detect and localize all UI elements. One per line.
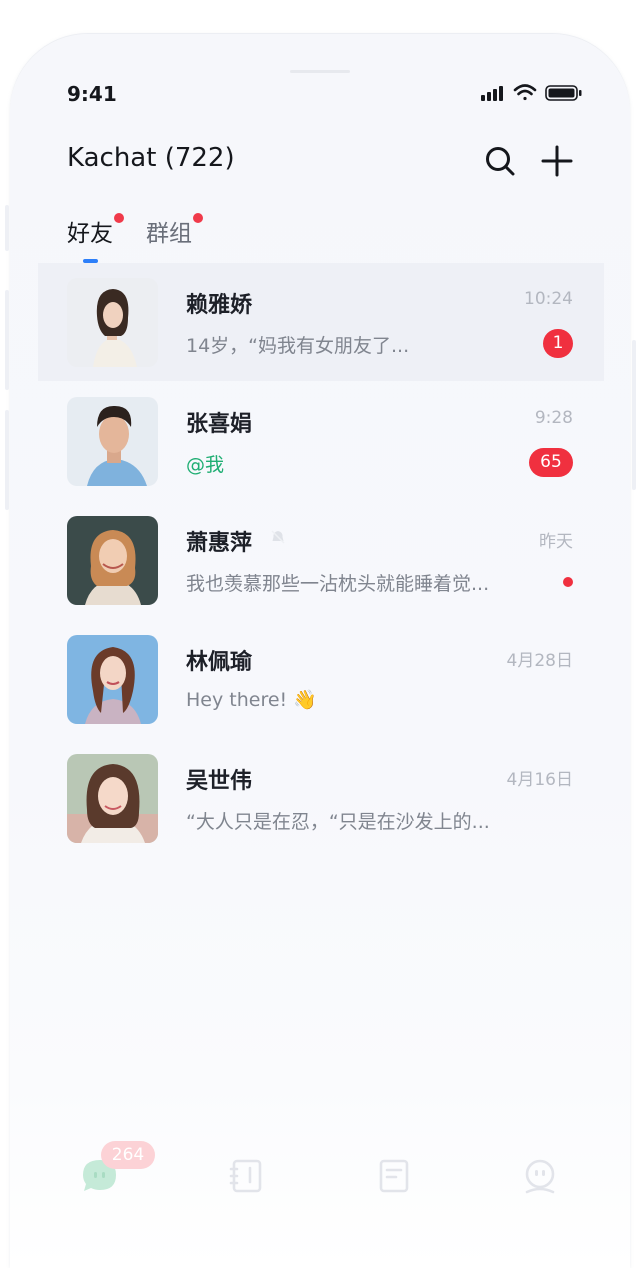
volume-down-button — [5, 410, 9, 510]
avatar — [67, 754, 158, 843]
avatar — [67, 278, 158, 367]
chat-time: 4月16日 — [506, 770, 573, 790]
add-icon[interactable] — [540, 144, 574, 178]
chat-item[interactable]: 赖雅娇 14岁，“妈我有女朋友了... 10:24 1 — [38, 263, 604, 381]
tab-friends[interactable]: 好友 — [67, 214, 113, 248]
chat-preview-mention: @我 — [186, 454, 225, 476]
volume-up-button — [5, 290, 9, 390]
signal-icon — [481, 86, 503, 101]
chat-name: 赖雅娇 — [186, 293, 253, 318]
chat-name: 张喜娟 — [186, 412, 253, 437]
chat-item[interactable]: 吴世伟 “大人只是在忍，“只是在沙发上的... 4月16日 — [38, 739, 604, 857]
chat-preview: Hey there! 👋 — [186, 689, 317, 711]
contacts-book-icon[interactable] — [226, 1156, 266, 1196]
unread-badge: 65 — [529, 448, 573, 477]
status-time: 9:41 — [67, 82, 117, 106]
mute-bell-icon — [271, 530, 285, 544]
page-title: Kachat (722) — [67, 143, 235, 173]
chat-item[interactable]: 张喜娟 @我 9:28 65 — [38, 382, 604, 500]
unread-dot — [563, 577, 573, 587]
document-icon[interactable] — [374, 1156, 414, 1196]
tab-friends-dot — [114, 213, 124, 223]
chat-name: 林佩瑜 — [186, 650, 253, 675]
avatar — [67, 397, 158, 486]
wifi-icon — [513, 84, 537, 101]
chat-name: 吴世伟 — [186, 769, 253, 794]
profile-face-icon[interactable] — [520, 1156, 560, 1196]
unread-badge: 1 — [543, 329, 573, 358]
battery-icon — [545, 85, 582, 101]
tab-groups[interactable]: 群组 — [146, 214, 192, 248]
avatar — [67, 635, 158, 724]
chat-preview: “大人只是在忍，“只是在沙发上的... — [186, 811, 490, 833]
power-button — [632, 340, 636, 490]
chat-preview: 14岁，“妈我有女朋友了... — [186, 335, 410, 357]
status-icons — [481, 84, 582, 101]
chat-time: 9:28 — [534, 408, 573, 428]
messages-badge: 264 — [101, 1141, 155, 1169]
chat-time: 昨天 — [539, 532, 573, 552]
chat-item[interactable]: 萧惠萍 我也羡慕那些一沾枕头就能睡着觉... 昨天 — [38, 501, 604, 619]
chat-item[interactable]: 林佩瑜 Hey there! 👋 4月28日 — [38, 620, 604, 738]
tab-groups-dot — [193, 213, 203, 223]
chat-time: 4月28日 — [506, 651, 573, 671]
chat-preview: 我也羡慕那些一沾枕头就能睡着觉... — [186, 573, 490, 595]
chat-name: 萧惠萍 — [186, 531, 253, 556]
speaker-notch — [290, 70, 350, 73]
chat-time: 10:24 — [524, 289, 573, 309]
avatar — [67, 516, 158, 605]
search-icon[interactable] — [483, 144, 517, 178]
mute-switch — [5, 205, 9, 251]
